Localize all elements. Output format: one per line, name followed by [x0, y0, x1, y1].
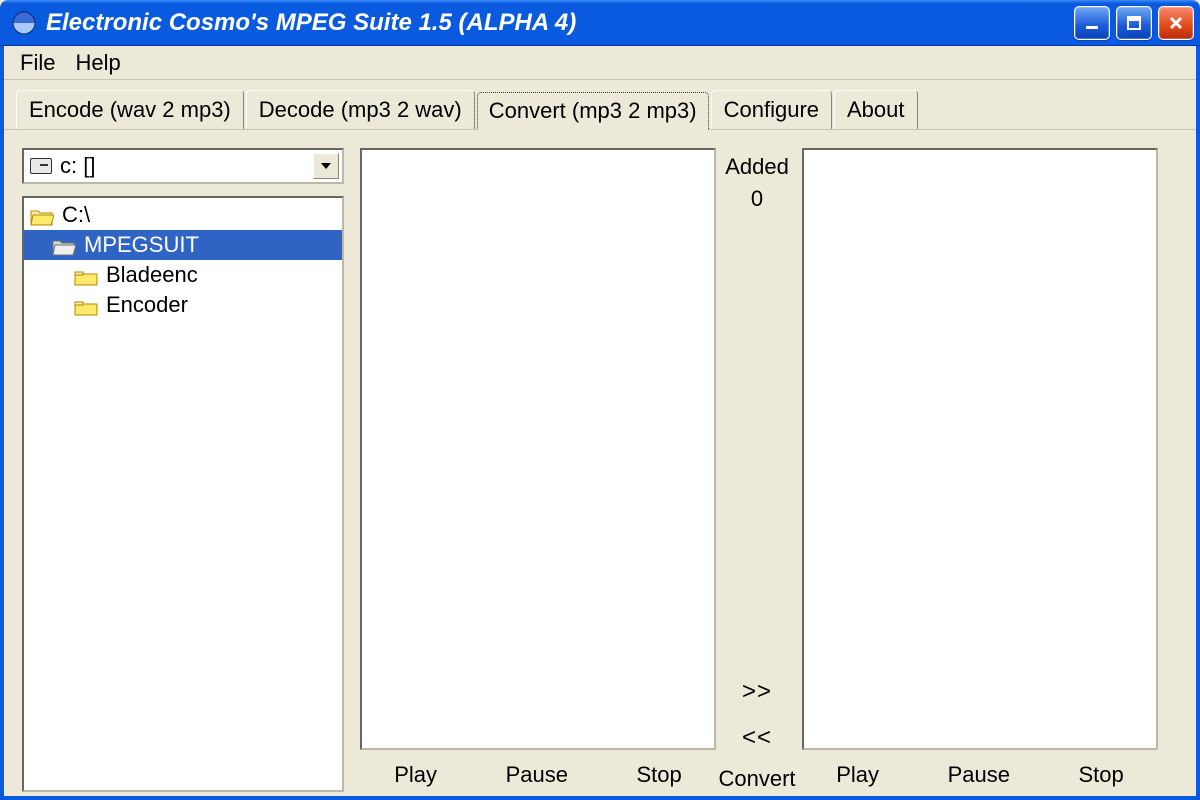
- target-column: Play Pause Stop: [802, 148, 1158, 792]
- tree-item-label: Bladeenc: [106, 262, 198, 288]
- window-controls: [1074, 6, 1194, 40]
- menubar: File Help: [4, 46, 1196, 80]
- convert-button[interactable]: Convert: [712, 762, 801, 795]
- target-controls: Play Pause Stop: [802, 750, 1158, 792]
- tree-root-label: C:\: [62, 202, 90, 228]
- play-button[interactable]: Play: [388, 758, 443, 792]
- tabstrip: Encode (wav 2 mp3) Decode (mp3 2 wav) Co…: [4, 80, 1196, 130]
- folder-open-icon: [30, 206, 54, 224]
- menu-file[interactable]: File: [10, 46, 65, 80]
- source-listbox[interactable]: [360, 148, 716, 750]
- close-button[interactable]: [1158, 6, 1194, 40]
- drive-icon: [30, 158, 52, 174]
- folder-tree[interactable]: C:\ MPEGSUIT Bladeenc: [22, 196, 344, 792]
- tree-item-label: Encoder: [106, 292, 188, 318]
- titlebar: Electronic Cosmo's MPEG Suite 1.5 (ALPHA…: [0, 0, 1200, 46]
- dropdown-button[interactable]: [313, 153, 339, 179]
- remove-button[interactable]: <<: [738, 722, 776, 754]
- stop-button[interactable]: Stop: [1072, 758, 1129, 792]
- tree-item-label: MPEGSUIT: [84, 232, 199, 258]
- added-label: Added: [725, 154, 789, 180]
- drive-selected-text: c: []: [60, 153, 95, 179]
- source-column: Play Pause Stop: [360, 148, 716, 792]
- drive-combobox[interactable]: c: []: [22, 148, 344, 184]
- add-button[interactable]: >>: [738, 676, 776, 708]
- pause-button[interactable]: Pause: [942, 758, 1016, 792]
- tab-decode[interactable]: Decode (mp3 2 wav): [246, 90, 475, 129]
- folder-icon: [74, 266, 98, 284]
- tab-content: c: [] C:\ MPEGSUIT: [4, 130, 1196, 796]
- folder-icon: [74, 296, 98, 314]
- target-listbox[interactable]: [802, 148, 1158, 750]
- tab-configure[interactable]: Configure: [711, 90, 832, 129]
- window-title: Electronic Cosmo's MPEG Suite 1.5 (ALPHA…: [46, 9, 1074, 37]
- pause-button[interactable]: Pause: [500, 758, 574, 792]
- tree-item-encoder[interactable]: Encoder: [24, 290, 342, 320]
- tab-about[interactable]: About: [834, 90, 918, 129]
- tree-root[interactable]: C:\: [24, 200, 342, 230]
- folder-open-icon: [52, 236, 76, 254]
- minimize-button[interactable]: [1074, 6, 1110, 40]
- tab-encode[interactable]: Encode (wav 2 mp3): [16, 90, 244, 129]
- tree-item-mpegsuit[interactable]: MPEGSUIT: [24, 230, 342, 260]
- stop-button[interactable]: Stop: [630, 758, 687, 792]
- menu-help[interactable]: Help: [65, 46, 130, 80]
- app-icon: [10, 9, 38, 37]
- tree-item-bladeenc[interactable]: Bladeenc: [24, 260, 342, 290]
- source-controls: Play Pause Stop: [360, 750, 716, 792]
- maximize-button[interactable]: [1116, 6, 1152, 40]
- window-frame: File Help Encode (wav 2 mp3) Decode (mp3…: [0, 46, 1200, 800]
- tab-convert[interactable]: Convert (mp3 2 mp3): [477, 92, 709, 130]
- added-count: 0: [751, 186, 763, 212]
- transfer-column: Added 0 >> << Convert: [716, 148, 798, 792]
- play-button[interactable]: Play: [830, 758, 885, 792]
- left-column: c: [] C:\ MPEGSUIT: [22, 148, 344, 792]
